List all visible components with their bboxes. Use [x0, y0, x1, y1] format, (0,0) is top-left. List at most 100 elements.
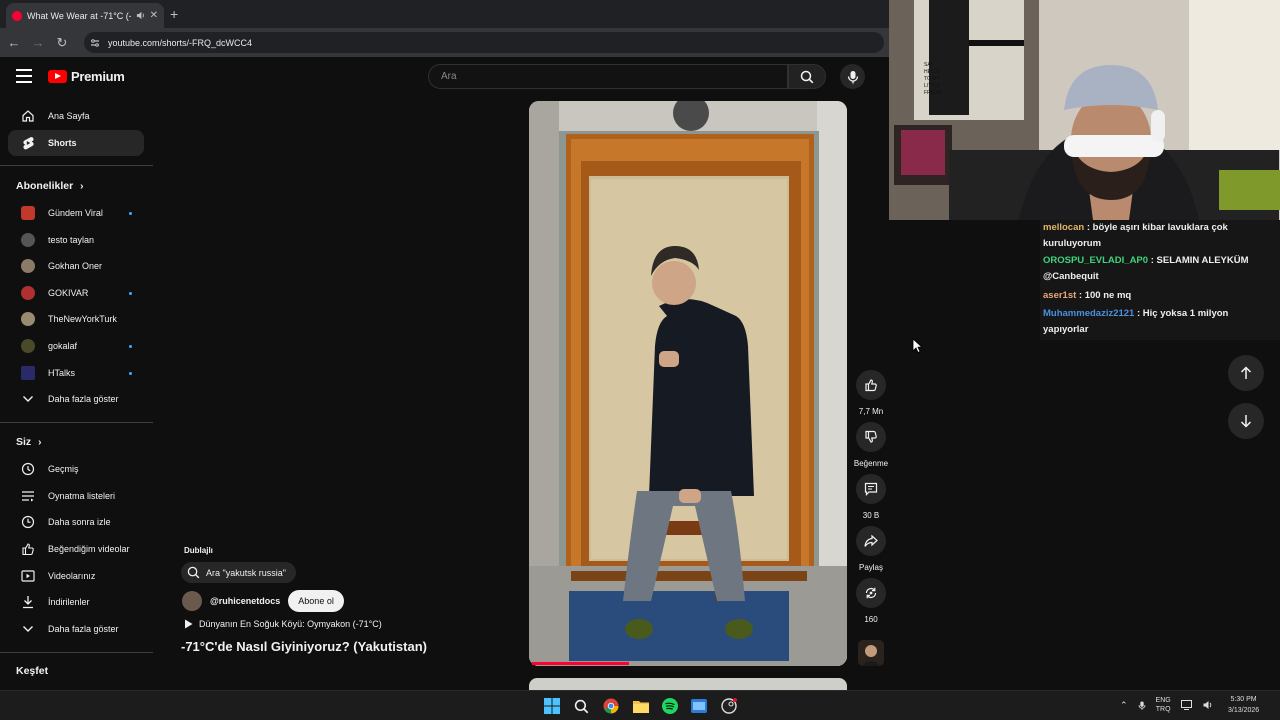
- chevron-down-icon: [8, 625, 48, 633]
- music-title: Dünyanın En Soğuk Köyü: Oymyakon (-71°C): [199, 619, 382, 629]
- poster-text: HELLO: [924, 69, 941, 75]
- system-clock[interactable]: 5:30 PM 3/13/2026: [1228, 694, 1259, 716]
- share-action[interactable]: Paylaş: [853, 526, 889, 572]
- reload-icon[interactable]: ↻: [50, 35, 74, 51]
- search-button[interactable]: [788, 64, 826, 89]
- arrow-down-icon: [1240, 415, 1252, 428]
- sidebar-item-label: Daha fazla göster: [48, 394, 119, 404]
- you-heading[interactable]: Siz ›: [16, 436, 41, 448]
- poster-text: TO MY: [924, 76, 940, 82]
- chat-text: 100 ne mq: [1084, 290, 1132, 301]
- close-tab-icon[interactable]: ✕: [150, 10, 158, 21]
- sidebar-item-downloads[interactable]: İndirilenler: [8, 589, 144, 615]
- video-title[interactable]: -71°C'de Nasıl Giyiniyoruz? (Yakutistan): [181, 639, 427, 654]
- remix-action[interactable]: 160: [853, 578, 889, 624]
- site-info-icon[interactable]: [90, 38, 100, 48]
- sidebar-item-label: Geçmiş: [48, 464, 79, 474]
- sidebar-item-watch-later[interactable]: Daha sonra izle: [8, 509, 144, 535]
- chrome-icon[interactable]: [602, 697, 620, 715]
- forward-icon[interactable]: →: [26, 35, 50, 50]
- new-content-dot: [129, 344, 132, 348]
- chat-username: Muhammedaziz2121: [1043, 308, 1135, 319]
- search-icon: [187, 566, 200, 579]
- new-tab-button[interactable]: +: [170, 6, 178, 22]
- dislike-button[interactable]: [856, 422, 886, 452]
- explore-heading: Keşfet: [16, 665, 49, 677]
- search-input[interactable]: Ara: [428, 64, 788, 89]
- divider: [0, 422, 153, 423]
- sidebar-sub-gokivar[interactable]: GOKIVAR: [8, 280, 144, 306]
- remix-button[interactable]: [856, 578, 886, 608]
- playlist-icon: [8, 490, 48, 502]
- sidebar-sub-thenewyorkturk[interactable]: TheNewYorkTurk: [8, 306, 144, 332]
- subscriptions-heading[interactable]: Abonelikler ›: [16, 180, 83, 192]
- youtube-premium-logo[interactable]: Premium: [48, 69, 125, 84]
- channel-thumbnail[interactable]: [858, 640, 884, 666]
- tab-title: What We Wear at -71°C (-5: [27, 10, 131, 21]
- sidebar-sub-gokhan-oner[interactable]: Gokhan Oner: [8, 253, 144, 279]
- spotify-icon[interactable]: [661, 697, 679, 715]
- microphone-icon[interactable]: [1138, 700, 1146, 711]
- next-short-button[interactable]: [1228, 403, 1264, 439]
- sidebar-sub-testo-taylan[interactable]: testo taylan: [8, 227, 144, 253]
- liked-icon: [8, 542, 48, 556]
- sidebar-item-label: gokalaf: [48, 341, 78, 351]
- video-progress-bar[interactable]: [532, 662, 629, 665]
- remix-count: 160: [864, 615, 878, 624]
- sidebar-item-home[interactable]: Ana Sayfa: [8, 103, 144, 129]
- chevron-right-icon: ›: [80, 181, 84, 192]
- chevron-up-icon[interactable]: ⌃: [1120, 700, 1128, 711]
- channel-avatar: [21, 259, 35, 273]
- chat-message: aser1st : 100 ne mq: [1043, 290, 1132, 301]
- windows-start-icon[interactable]: [543, 697, 561, 715]
- sidebar-item-label: İndirilenler: [48, 597, 90, 607]
- sidebar-item-label: Daha fazla göster: [48, 624, 119, 634]
- file-explorer-icon[interactable]: [632, 697, 650, 715]
- webcam-feed: SAY HELLO TO MY LITTLE FRIEND: [889, 0, 1280, 220]
- language-indicator[interactable]: ENG TRQ: [1156, 696, 1171, 714]
- app-icon[interactable]: [690, 697, 708, 715]
- steam-icon[interactable]: [720, 697, 738, 715]
- network-icon[interactable]: [1180, 700, 1192, 710]
- channel-avatar: [21, 312, 35, 326]
- channel-avatar: [21, 233, 35, 247]
- shorts-video-player[interactable]: [529, 101, 847, 666]
- sidebar-sub-gundem-viral[interactable]: Gündem Viral: [8, 200, 144, 226]
- volume-icon[interactable]: [1202, 700, 1213, 710]
- comments-action[interactable]: 30 B: [853, 474, 889, 520]
- music-row[interactable]: Dünyanın En Soğuk Köyü: Oymyakon (-71°C): [184, 619, 382, 629]
- next-short-preview[interactable]: [529, 678, 847, 690]
- comments-button[interactable]: [856, 474, 886, 504]
- channel-avatar: [21, 339, 35, 353]
- voice-search-button[interactable]: [840, 64, 865, 89]
- previous-short-button[interactable]: [1228, 355, 1264, 391]
- sidebar-item-label: Beğendiğim videolar: [48, 544, 130, 554]
- dislike-action[interactable]: Beğenme: [853, 422, 889, 468]
- sidebar-show-more-subs[interactable]: Daha fazla göster: [8, 386, 144, 412]
- related-search-chip[interactable]: Ara "yakutsk russia": [181, 562, 296, 583]
- sidebar-item-liked-videos[interactable]: Beğendiğim videolar: [8, 536, 144, 562]
- back-icon[interactable]: ←: [2, 35, 26, 50]
- like-button[interactable]: [856, 370, 886, 400]
- browser-tab[interactable]: What We Wear at -71°C (-5 ✕: [6, 3, 164, 28]
- share-button[interactable]: [856, 526, 886, 556]
- subscribe-button[interactable]: Abone ol: [288, 590, 344, 612]
- url-field[interactable]: youtube.com/shorts/-FRQ_dcWCC4: [84, 32, 884, 53]
- hamburger-menu-icon[interactable]: [16, 69, 32, 83]
- channel-name[interactable]: @ruhicenetdocs: [210, 596, 280, 606]
- speaker-icon[interactable]: [136, 11, 145, 20]
- sidebar-show-more-you[interactable]: Daha fazla göster: [8, 616, 144, 642]
- sidebar-item-playlists[interactable]: Oynatma listeleri: [8, 483, 144, 509]
- sidebar-item-your-videos[interactable]: Videolarınız: [8, 563, 144, 589]
- channel-avatar[interactable]: [182, 591, 202, 611]
- taskbar-search-icon[interactable]: [572, 697, 590, 715]
- microphone-icon: [847, 70, 858, 83]
- sidebar-item-history[interactable]: Geçmiş: [8, 456, 144, 482]
- sidebar-sub-gokalaf[interactable]: gokalaf: [8, 333, 144, 359]
- share-icon: [864, 534, 878, 547]
- channel-avatar: [21, 366, 35, 380]
- clock-time: 5:30 PM: [1230, 696, 1257, 703]
- sidebar-sub-htalks[interactable]: HTalks: [8, 360, 144, 386]
- sidebar-item-shorts[interactable]: Shorts: [8, 130, 144, 156]
- like-action[interactable]: 7,7 Mn: [853, 370, 889, 416]
